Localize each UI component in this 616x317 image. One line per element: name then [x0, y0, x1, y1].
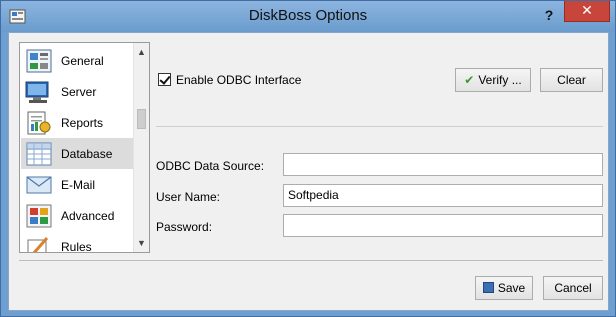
save-label: Save	[497, 281, 526, 295]
scroll-thumb[interactable]	[137, 109, 146, 129]
category-label: E-Mail	[61, 177, 96, 192]
category-item-general[interactable]: General	[21, 45, 133, 76]
advanced-icon	[26, 204, 52, 227]
category-list[interactable]: General Server Reports Database E-Mail A…	[19, 42, 150, 253]
clear-button[interactable]: Clear	[540, 68, 603, 92]
user-name-input[interactable]: Softpedia	[283, 184, 603, 207]
category-label: Advanced	[61, 208, 115, 223]
category-item-email[interactable]: E-Mail	[21, 169, 133, 200]
options-window: DiskBoss Options ? ✕ General Server Repo…	[0, 0, 616, 317]
window-title: DiskBoss Options	[248, 7, 368, 24]
server-icon	[25, 81, 49, 103]
password-input[interactable]	[283, 214, 603, 237]
enable-odbc-checkbox[interactable]	[158, 73, 171, 86]
category-label: Reports	[61, 115, 104, 130]
password-label: Password:	[156, 220, 213, 234]
reports-icon	[27, 111, 51, 134]
help-button[interactable]: ?	[539, 4, 559, 26]
category-item-server[interactable]: Server	[21, 76, 133, 107]
checkmark-icon: ✔	[464, 73, 475, 87]
odbc-source-label: ODBC Data Source:	[156, 159, 265, 173]
dialog-body: General Server Reports Database E-Mail A…	[8, 32, 609, 311]
email-icon	[26, 176, 52, 193]
category-item-reports[interactable]: Reports	[21, 107, 133, 138]
category-item-rules[interactable]: Rules	[21, 231, 133, 253]
scroll-down-icon[interactable]: ▼	[134, 236, 149, 251]
general-icon	[26, 49, 52, 72]
user-name-label: User Name:	[156, 190, 221, 204]
floppy-disk-icon	[482, 282, 494, 293]
cancel-button[interactable]: Cancel	[543, 276, 603, 300]
rules-icon	[27, 236, 49, 252]
close-button[interactable]: ✕	[564, 1, 610, 22]
title-bar[interactable]: DiskBoss Options ? ✕	[1, 1, 615, 32]
database-icon	[26, 142, 52, 165]
category-item-database[interactable]: Database	[21, 138, 133, 169]
category-item-advanced[interactable]: Advanced	[21, 200, 133, 231]
save-button[interactable]: Save	[475, 276, 533, 300]
category-label: Server	[61, 84, 97, 99]
category-label: Rules	[61, 239, 92, 253]
section-divider	[156, 126, 603, 127]
odbc-source-input[interactable]	[283, 153, 603, 176]
scroll-up-icon[interactable]: ▲	[134, 45, 149, 60]
verify-button[interactable]: ✔ Verify ...	[455, 68, 531, 92]
footer-divider	[19, 260, 603, 261]
category-label: Database	[61, 146, 113, 161]
category-label: General	[61, 53, 104, 68]
verify-label: Verify ...	[478, 73, 522, 87]
enable-odbc-label[interactable]: Enable ODBC Interface	[176, 73, 301, 87]
category-scrollbar[interactable]: ▲ ▼	[133, 43, 149, 252]
